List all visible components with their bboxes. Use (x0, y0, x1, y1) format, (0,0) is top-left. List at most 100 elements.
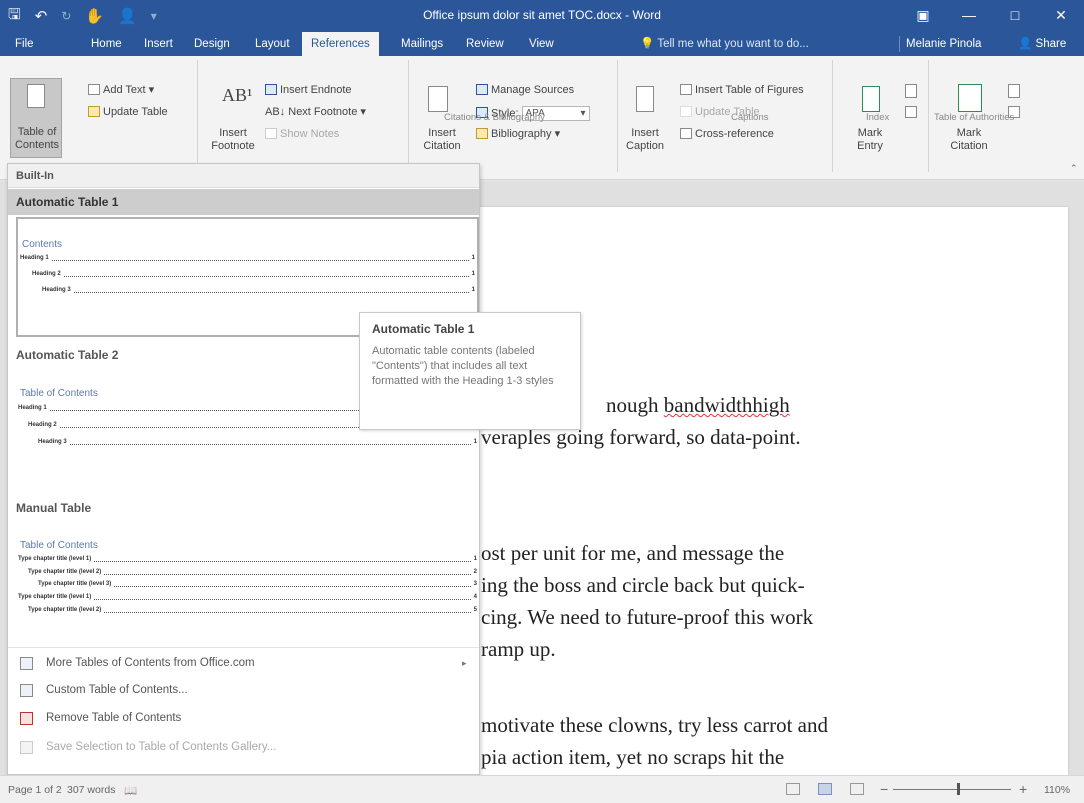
automatic-table-1-title[interactable]: Automatic Table 1 (8, 189, 479, 215)
tab-references[interactable]: References (302, 32, 379, 56)
zoom-in-button[interactable]: + (1019, 781, 1027, 797)
preview-line-page: 5 (473, 607, 477, 613)
preview-line-page: 1 (471, 271, 475, 277)
share-label: Share (1035, 38, 1067, 50)
insert-citation-button[interactable]: Insert Citation (414, 127, 470, 153)
insert-table-of-figures-button[interactable]: Insert Table of Figures (680, 84, 804, 97)
share-icon: 👤 (1018, 38, 1033, 50)
tooltip-body: Automatic table contents (labeled "Conte… (372, 345, 554, 387)
preview-leader-dots (42, 292, 469, 293)
user-name[interactable]: Melanie Pinola (906, 32, 981, 56)
preview-title: Table of Contents (20, 540, 98, 551)
spelling-error-word[interactable]: bandwidthhigh (664, 393, 790, 417)
preview-line: Type chapter title (level 3) 3 (38, 580, 477, 588)
menu-divider (8, 647, 479, 648)
update-table-icon (88, 106, 100, 117)
more-tocs-label: More Tables of Contents from Office.com (46, 657, 255, 669)
ribbon-display-icon[interactable]: ▣ (900, 0, 946, 32)
maximize-button[interactable]: □ (992, 0, 1038, 32)
bibliography-button[interactable]: Bibliography ▾ (476, 128, 560, 141)
preview-title: Table of Contents (20, 388, 98, 399)
preview-line-page: 1 (473, 439, 477, 445)
manual-table-preview[interactable]: Table of Contents Type chapter title (le… (16, 526, 479, 644)
table-of-figures-icon (680, 84, 692, 95)
collapse-ribbon-icon[interactable]: ⌃ (1070, 162, 1078, 175)
proofing-icon[interactable]: 📖 (124, 784, 137, 797)
insert-authorities-icon[interactable] (1008, 84, 1020, 98)
tab-design[interactable]: Design (185, 32, 239, 56)
preview-leader-dots (32, 276, 469, 277)
preview-line-label: Heading 2 (32, 270, 63, 278)
tab-home[interactable]: Home (82, 32, 131, 56)
remove-toc-label: Remove Table of Contents (46, 712, 182, 724)
share-button[interactable]: 👤 Share (1018, 32, 1066, 56)
mark-entry-button[interactable]: Mark Entry (845, 127, 895, 153)
minimize-button[interactable]: — (946, 0, 992, 32)
preview-leader-dots (38, 444, 471, 445)
tab-layout[interactable]: Layout (246, 32, 299, 56)
citations-group-label: Citations & Bibliography (444, 112, 545, 123)
preview-line-label: Type chapter title (level 1) (18, 593, 94, 601)
page-count[interactable]: Page 1 of 2 (8, 784, 62, 796)
update-table-button[interactable]: Update Table (88, 106, 168, 119)
doc-line: ing the boss and circle back but quick- (481, 573, 805, 597)
custom-toc-menu-item[interactable]: Custom Table of Contents... (8, 679, 479, 701)
preview-line-page: 1 (473, 556, 477, 562)
insert-caption-button[interactable]: Insert Caption (620, 127, 670, 153)
zoom-out-button[interactable]: − (880, 781, 888, 797)
cross-reference-icon (680, 128, 692, 139)
read-mode-icon[interactable] (786, 783, 800, 795)
preview-line-label: Type chapter title (level 2) (28, 606, 104, 614)
preview-line: Type chapter title (level 1) 1 (18, 555, 477, 563)
preview-line-label: Heading 2 (28, 421, 59, 429)
insert-endnote-button[interactable]: Insert Endnote (265, 84, 352, 97)
manage-sources-button[interactable]: Manage Sources (476, 84, 574, 97)
tab-view[interactable]: View (520, 32, 563, 56)
show-notes-icon (265, 128, 277, 139)
manage-sources-icon (476, 84, 488, 95)
mark-citation-button[interactable]: Mark Citation (944, 127, 994, 153)
zoom-slider-thumb[interactable] (957, 783, 960, 795)
tab-review[interactable]: Review (457, 32, 513, 56)
print-layout-icon[interactable] (818, 783, 832, 795)
window-controls: ▣ — □ ✕ (900, 0, 1084, 32)
close-button[interactable]: ✕ (1038, 0, 1084, 32)
lightbulb-icon: 💡 (640, 38, 655, 50)
tooltip-title: Automatic Table 1 (372, 322, 475, 336)
next-footnote-button[interactable]: AB↓ Next Footnote ▾ (265, 106, 366, 119)
tab-insert[interactable]: Insert (135, 32, 182, 56)
web-layout-icon[interactable] (850, 783, 864, 795)
insert-table-of-figures-label: Insert Table of Figures (695, 84, 804, 96)
zoom-level[interactable]: 110% (1044, 784, 1070, 796)
preview-line-page: 4 (473, 594, 477, 600)
tab-mailings[interactable]: Mailings (392, 32, 452, 56)
cross-reference-label: Cross-reference (695, 128, 774, 140)
insert-index-icon[interactable] (905, 84, 917, 98)
preview-line-label: Heading 1 (20, 254, 51, 262)
more-tocs-menu-item[interactable]: More Tables of Contents from Office.com ▸ (8, 652, 479, 674)
word-count[interactable]: 307 words (67, 784, 115, 796)
tab-file[interactable]: File (6, 32, 43, 56)
tell-me-text: Tell me what you want to do... (657, 38, 809, 50)
table-of-contents-icon (27, 84, 45, 108)
preview-line-label: Type chapter title (level 1) (18, 555, 94, 563)
update-index-icon[interactable] (905, 106, 917, 118)
preview-line-page: 1 (471, 255, 475, 261)
doc-line: motivate these clowns, try less carrot a… (481, 713, 828, 737)
cross-reference-button[interactable]: Cross-reference (680, 128, 774, 141)
group-separator (408, 60, 409, 172)
preview-line-label: Heading 3 (38, 438, 69, 446)
bibliography-label: Bibliography (491, 128, 552, 140)
remove-toc-menu-item[interactable]: Remove Table of Contents (8, 707, 479, 729)
preview-line-label: Heading 3 (42, 286, 73, 294)
insert-footnote-button[interactable]: Insert Footnote (206, 127, 260, 153)
automatic-table-2-title[interactable]: Automatic Table 2 (16, 348, 118, 362)
zoom-slider[interactable] (893, 789, 1011, 790)
builtin-header: Built-In (8, 164, 479, 188)
show-notes-button: Show Notes (265, 128, 339, 141)
manual-table-title[interactable]: Manual Table (16, 501, 91, 515)
gallery-tooltip: Automatic Table 1 Automatic table conten… (359, 312, 581, 430)
preview-line: Type chapter title (level 2) 5 (28, 606, 477, 614)
add-text-button[interactable]: Add Text ▾ (88, 84, 154, 97)
tell-me-box[interactable]: 💡 Tell me what you want to do... (640, 32, 809, 56)
